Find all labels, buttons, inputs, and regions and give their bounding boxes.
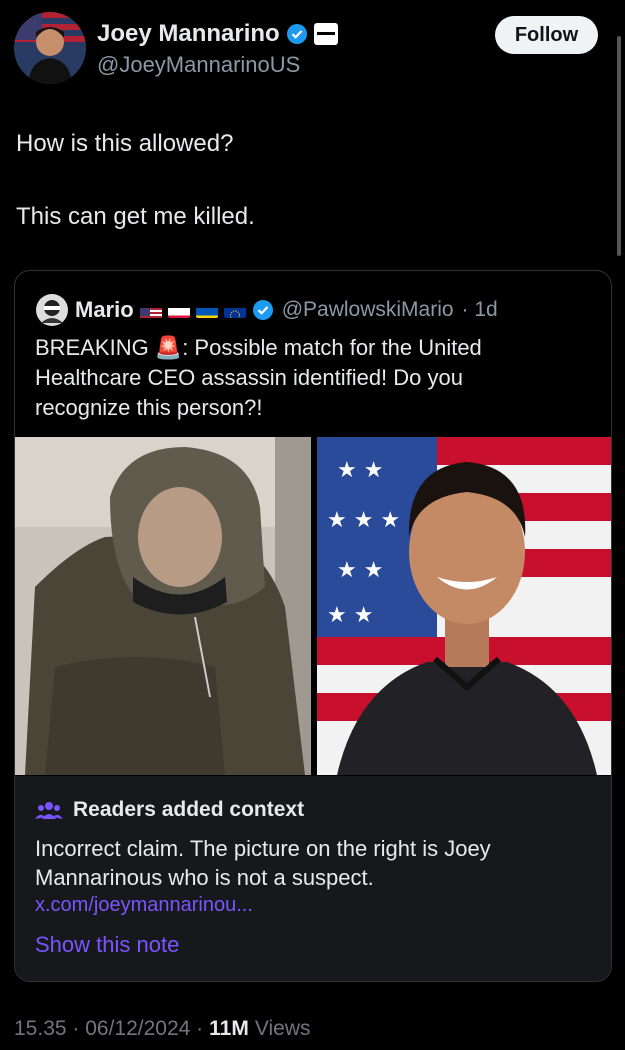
quoted-tweet-card[interactable]: Mario @PawlowskiMario · 1d BREAKING 🚨: P… (14, 270, 612, 982)
verified-icon (286, 24, 307, 44)
community-note-body: Incorrect claim. The picture on the righ… (35, 834, 595, 892)
tweet-text-line1: How is this allowed? (16, 130, 234, 157)
affiliate-badge-icon (313, 23, 338, 45)
quote-text: BREAKING 🚨: Possible match for the Unite… (35, 333, 595, 423)
post-timestamp[interactable]: 15.35 · 06/12/2024 · (14, 1017, 203, 1041)
author-avatar[interactable] (14, 12, 86, 84)
author-handle[interactable]: @JoeyMannarinoUS (97, 52, 300, 78)
views-label: Views (254, 1017, 311, 1040)
quote-text-line1: BREAKING 🚨: Possible match for the Unite… (35, 335, 482, 360)
quote-avatar[interactable] (35, 293, 69, 327)
svg-text:★ ★: ★ ★ (337, 558, 383, 583)
view-count: 11M (209, 1017, 249, 1040)
community-note-body-line2: Mannarinous who is not a suspect. (35, 865, 374, 890)
quote-age: · 1d (461, 298, 498, 321)
author-name[interactable]: Joey Mannarino (97, 20, 280, 48)
eu-flag-icon (223, 303, 246, 318)
quote-text-line2: Healthcare CEO assassin identified! Do y… (35, 365, 463, 390)
community-note-title-text: Readers added context (73, 798, 305, 821)
quote-author-handle[interactable]: @PawlowskiMario (282, 298, 454, 322)
community-note-body-line1: Incorrect claim. The picture on the righ… (35, 836, 491, 861)
svg-text:★ ★: ★ ★ (337, 458, 383, 483)
community-note-title: Readers added context (35, 798, 304, 822)
svg-text:★ ★ ★: ★ ★ ★ (327, 508, 400, 533)
tweet-text-line2: This can get me killed. (16, 203, 255, 230)
quote-author-name[interactable]: Mario (75, 297, 134, 323)
post-meta: 15.35 · 06/12/2024 · 11M Views (14, 1017, 311, 1041)
people-icon (35, 802, 63, 819)
poland-flag-icon (167, 303, 190, 318)
show-note-link[interactable]: Show this note (35, 932, 179, 958)
quote-header: Mario @PawlowskiMario · 1d (35, 293, 498, 327)
portrait-photo[interactable]: ★ ★ ★ ★ ★ ★ ★ ★ ★ (317, 437, 611, 775)
community-note-link[interactable]: x.com/joeymannarinou... (35, 894, 253, 917)
quote-text-line3: recognize this person?! (35, 395, 263, 420)
author-name-row[interactable]: Joey Mannarino (97, 20, 338, 48)
follow-button[interactable]: Follow (495, 16, 598, 54)
svg-text:★ ★: ★ ★ (327, 603, 373, 628)
surveillance-photo[interactable] (15, 437, 311, 775)
ukraine-flag-icon (195, 303, 218, 318)
us-flag-icon (139, 303, 162, 318)
community-note: Readers added context Incorrect claim. T… (15, 776, 611, 981)
scrollbar[interactable] (617, 36, 621, 256)
verified-icon (252, 300, 273, 320)
